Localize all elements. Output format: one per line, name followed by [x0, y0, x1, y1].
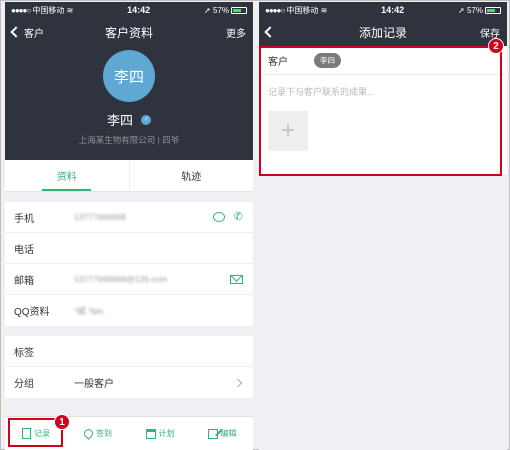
checkin-label: 签到 [96, 429, 112, 438]
field-label: 分组 [14, 379, 34, 390]
nav-bar: 客户 客户资料 更多 [5, 18, 253, 46]
plan-label: 计划 [158, 429, 175, 438]
field-label: QQ资料 [14, 307, 50, 318]
field-value: 13777666668 [74, 212, 127, 222]
page-title: 添加记录 [358, 25, 407, 40]
profile-header: 李四 李四 ♂ 上海某生物有限公司 | 四爷 [5, 46, 253, 160]
back-label: 客户 [24, 28, 44, 40]
status-time: 14:42 [127, 5, 151, 15]
back-button[interactable] [264, 26, 276, 38]
contact-section: 手机 13777666668 ✆ 电话 邮箱 13777666668@126.c… [5, 202, 253, 326]
location-pin-icon [82, 427, 95, 440]
field-email[interactable]: 邮箱 13777666668@126.com [5, 264, 253, 295]
phone-icon[interactable]: ✆ [234, 212, 243, 223]
callout-box-form [259, 46, 502, 176]
chevron-right-icon [233, 378, 243, 387]
field-label: 邮箱 [14, 275, 34, 287]
battery-icon [230, 6, 247, 14]
field-qq[interactable]: QQ资料 *斌.*bin. [5, 295, 253, 326]
field-value: 13777666668@126.com [74, 274, 168, 284]
status-bar: ●●●●○ 中国移动 ≋ 14:42 ➚ 57% [5, 2, 253, 18]
carrier-label: 中国移动 [32, 5, 65, 15]
meta-section: 标签 分组 一般客户 [5, 336, 253, 398]
status-bar: ●●●●○ 中国移动 ≋ 14:42 ➚ 57% [259, 2, 507, 18]
chevron-left-icon [264, 26, 276, 38]
wifi-icon: ≋ [320, 5, 328, 15]
status-time: 14:42 [381, 5, 405, 15]
edit-button[interactable]: 编辑 [191, 417, 253, 450]
field-tags[interactable]: 标签 [5, 336, 253, 367]
save-button[interactable]: 保存 [480, 25, 500, 40]
message-icon[interactable] [212, 212, 225, 222]
field-label: 电话 [14, 244, 34, 256]
plan-button[interactable]: 计划 [129, 417, 191, 450]
field-label: 标签 [14, 347, 34, 359]
wifi-icon: ≋ [66, 5, 74, 15]
nav-bar: 添加记录 保存 [259, 18, 507, 46]
callout-number-1: 1 [54, 414, 70, 430]
more-button[interactable]: 更多 [226, 25, 246, 40]
customer-profile-screen: ●●●●○ 中国移动 ≋ 14:42 ➚ 57% 客户 客户资料 更多 李四 李… [5, 2, 253, 450]
tab-track[interactable]: 轨迹 [128, 160, 254, 191]
signal-icon: ●●●●○ [265, 5, 285, 15]
chevron-left-icon [10, 26, 22, 38]
avatar[interactable]: 李四 [103, 50, 155, 102]
field-mobile[interactable]: 手机 13777666668 ✆ [5, 202, 253, 233]
field-phone[interactable]: 电话 [5, 233, 253, 264]
signal-icon: ●●●●○ [11, 5, 31, 15]
screenshot-frame: ●●●●○ 中国移动 ≋ 14:42 ➚ 57% 客户 客户资料 更多 李四 李… [0, 0, 510, 450]
male-icon: ♂ [141, 114, 151, 125]
profile-tabs: 资料 轨迹 [5, 160, 253, 192]
customer-company: 上海某生物有限公司 | 四爷 [78, 135, 180, 145]
edit-icon [207, 428, 218, 439]
mail-icon[interactable] [230, 274, 243, 284]
field-value: 一般客户 [74, 379, 114, 390]
battery-icon [484, 6, 501, 14]
customer-name: 李四 [106, 113, 133, 128]
field-value: *斌.*bin. [74, 305, 106, 316]
back-button[interactable]: 客户 [10, 25, 44, 40]
carrier-label: 中国移动 [286, 5, 319, 15]
field-label: 手机 [14, 213, 34, 225]
location-icon: ➚ [458, 5, 465, 15]
location-icon: ➚ [204, 5, 211, 15]
battery-percent: 57% [466, 5, 483, 15]
calendar-icon [145, 428, 156, 439]
header-area: ●●●●○ 中国移动 ≋ 14:42 ➚ 57% 添加记录 保存 [259, 2, 507, 46]
checkin-button[interactable]: 签到 [67, 417, 129, 450]
battery-percent: 57% [212, 5, 229, 15]
tab-info[interactable]: 资料 [5, 160, 129, 191]
callout-number-2: 2 [488, 38, 504, 54]
header-area: ●●●●○ 中国移动 ≋ 14:42 ➚ 57% 客户 客户资料 更多 李四 李… [5, 2, 253, 160]
field-group[interactable]: 分组 一般客户 [5, 367, 253, 398]
